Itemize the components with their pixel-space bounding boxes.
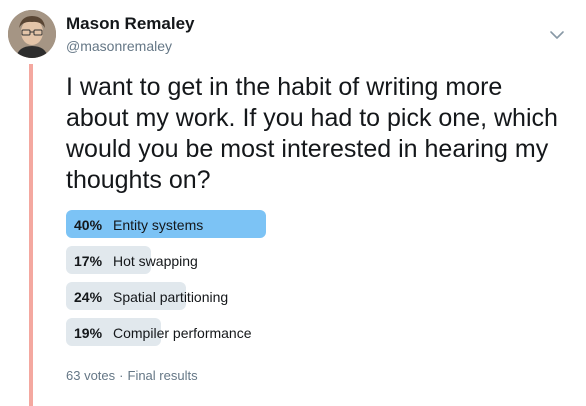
poll-footer: 63 votes · Final results	[66, 368, 198, 383]
avatar[interactable]	[8, 10, 56, 58]
poll: 40% Entity systems 17% Hot swapping 24% …	[66, 210, 566, 354]
separator-dot: ·	[119, 368, 124, 383]
poll-option-percent: 17%	[74, 253, 103, 269]
poll-option-label: Hot swapping	[113, 253, 198, 269]
author-handle[interactable]: @masonremaley	[66, 38, 172, 54]
chevron-down-icon	[550, 31, 564, 39]
poll-option-label: Spatial partitioning	[113, 289, 229, 305]
tweet-text: I want to get in the habit of writing mo…	[66, 73, 558, 194]
poll-option-percent: 40%	[74, 217, 103, 233]
poll-option[interactable]: 40% Entity systems	[66, 210, 566, 238]
poll-option-percent: 19%	[74, 325, 103, 341]
thread-line	[29, 64, 33, 406]
poll-option[interactable]: 19% Compiler performance	[66, 318, 566, 346]
poll-vote-count: 63 votes	[66, 368, 116, 383]
user-avatar-icon	[8, 10, 56, 58]
poll-option[interactable]: 24% Spatial partitioning	[66, 282, 566, 310]
poll-option[interactable]: 17% Hot swapping	[66, 246, 566, 274]
poll-option-label: Compiler performance	[113, 325, 252, 341]
poll-option-percent: 24%	[74, 289, 103, 305]
author-name[interactable]: Mason Remaley	[66, 14, 195, 34]
tweet-menu-button[interactable]	[549, 28, 565, 40]
poll-status: Final results	[127, 368, 198, 383]
poll-option-label: Entity systems	[113, 217, 204, 233]
